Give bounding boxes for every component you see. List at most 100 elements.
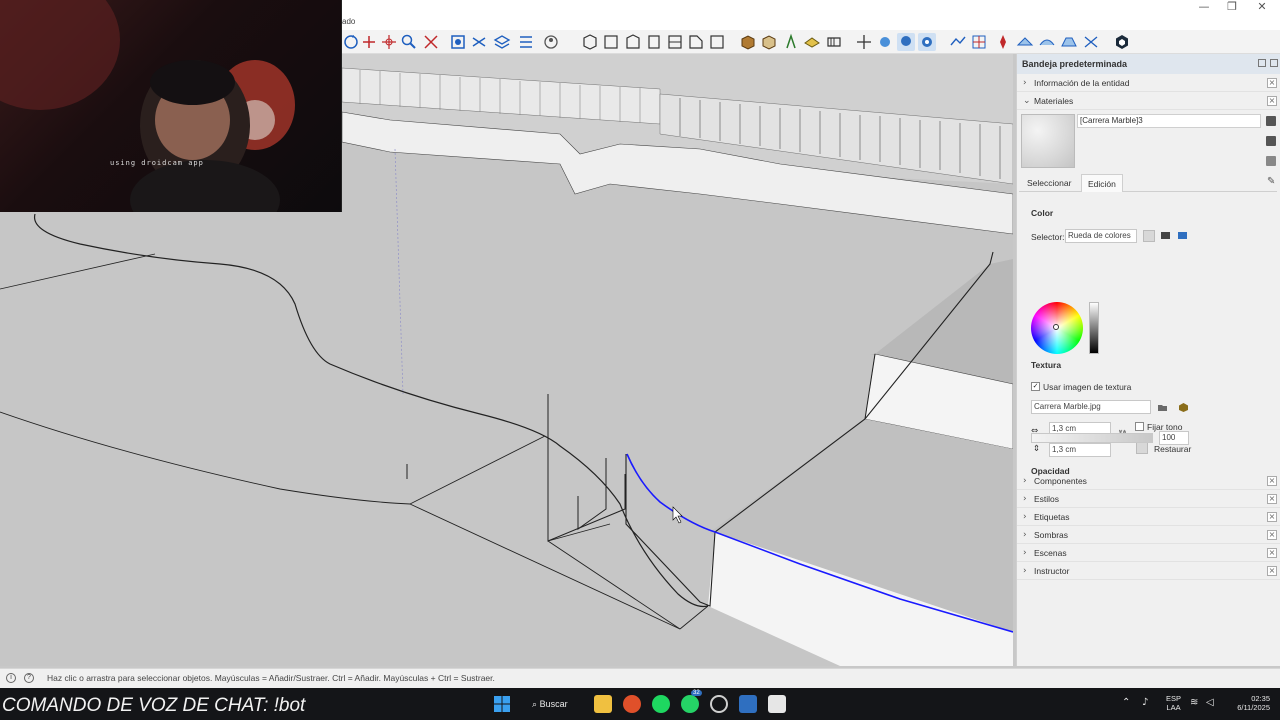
layers-icon[interactable] — [493, 33, 511, 51]
panel-styles[interactable]: › Estilos × — [1017, 490, 1280, 508]
spotify-icon[interactable] — [652, 695, 670, 713]
opacity-field[interactable]: 100 — [1159, 431, 1189, 445]
panel-tags[interactable]: › Etiquetas × — [1017, 508, 1280, 526]
back-view-icon[interactable] — [666, 33, 684, 51]
match-model-color-icon[interactable] — [1160, 230, 1171, 241]
stamp-icon[interactable] — [1016, 33, 1034, 51]
restore-label[interactable]: Restaurar — [1154, 444, 1191, 454]
top-view-icon[interactable] — [602, 33, 620, 51]
pencil-icon[interactable]: ✎ — [1267, 176, 1275, 187]
wifi-icon[interactable]: ≋ — [1190, 697, 1198, 708]
color-wheel[interactable] — [1031, 302, 1083, 354]
browse-folder-icon[interactable] — [1157, 402, 1168, 413]
section-plane-icon[interactable] — [449, 33, 467, 51]
iso-view-icon[interactable] — [581, 33, 599, 51]
rotate-tool-icon[interactable] — [342, 33, 360, 51]
add-detail-icon[interactable] — [1060, 33, 1078, 51]
orbit-icon[interactable] — [855, 33, 873, 51]
brave-browser-icon[interactable] — [623, 695, 641, 713]
microphone-icon[interactable]: ♪ — [1142, 697, 1148, 708]
selector-dropdown[interactable]: Rueda de colores — [1065, 229, 1137, 243]
sample-paint-icon[interactable] — [1266, 156, 1276, 166]
shaded-icon[interactable] — [803, 33, 821, 51]
texture-file-field[interactable]: Carrera Marble.jpg — [1031, 400, 1151, 414]
front-view-icon[interactable] — [624, 33, 642, 51]
obs-icon[interactable] — [710, 695, 728, 713]
outliner-icon[interactable] — [517, 33, 535, 51]
panel-instructor[interactable]: › Instructor × — [1017, 562, 1280, 580]
flip-tool-icon[interactable] — [360, 33, 378, 51]
pan-icon[interactable] — [876, 33, 894, 51]
color-swatch[interactable] — [1143, 230, 1155, 242]
walk-icon[interactable] — [897, 33, 915, 51]
close-icon[interactable]: × — [1267, 78, 1277, 88]
pin-icon[interactable] — [1258, 59, 1266, 67]
layout-taskbar-icon[interactable] — [768, 695, 786, 713]
look-around-icon[interactable] — [918, 33, 936, 51]
use-texture-checkbox[interactable]: ✓ — [1031, 382, 1040, 391]
restore-swatch[interactable] — [1136, 442, 1148, 454]
smoove-icon[interactable] — [994, 33, 1012, 51]
file-explorer-icon[interactable] — [594, 695, 612, 713]
panel-shadows[interactable]: › Sombras × — [1017, 526, 1280, 544]
sandbox-contours-icon[interactable] — [949, 33, 967, 51]
material-name-field[interactable]: [Carrera Marble]3 — [1077, 114, 1261, 128]
chevron-up-icon[interactable]: ⌃ — [1122, 697, 1130, 708]
panel-entity-info[interactable]: › Información de la entidad × — [1017, 74, 1280, 92]
close-icon[interactable]: × — [1267, 512, 1277, 522]
flip-edge-icon[interactable] — [1082, 33, 1100, 51]
tab-select[interactable]: Seleccionar — [1021, 174, 1077, 192]
close-icon[interactable]: × — [1267, 96, 1277, 106]
restore-button[interactable]: ❐ — [1220, 0, 1244, 14]
close-icon[interactable]: × — [1267, 494, 1277, 504]
create-material-icon[interactable] — [1266, 136, 1276, 146]
display-secondary-icon[interactable] — [1266, 116, 1276, 126]
hidden-line-icon[interactable] — [782, 33, 800, 51]
match-screen-color-icon[interactable] — [1177, 230, 1188, 241]
panel-entity-info-label: Información de la entidad — [1034, 78, 1130, 88]
close-icon[interactable]: × — [1267, 476, 1277, 486]
panel-components[interactable]: › Componentes × — [1017, 472, 1280, 490]
volume-icon[interactable]: ◁ — [1206, 697, 1214, 708]
edit-texture-icon[interactable] — [1178, 402, 1189, 413]
sandbox-scratch-icon[interactable] — [970, 33, 988, 51]
panel-scenes[interactable]: › Escenas × — [1017, 544, 1280, 562]
panel-materials[interactable]: ⌄ Materiales × — [1017, 92, 1280, 110]
sketchup-taskbar-icon[interactable] — [739, 695, 757, 713]
clock[interactable]: 02:35 6/11/2025 — [1237, 694, 1270, 712]
tray-close-icon[interactable] — [1270, 59, 1278, 67]
close-icon[interactable]: × — [1267, 566, 1277, 576]
profile-icon[interactable] — [542, 33, 560, 51]
taskbar-search[interactable]: ⌕ Buscar — [528, 695, 580, 713]
color-picker-handle[interactable] — [1053, 324, 1059, 330]
close-icon[interactable]: × — [1267, 548, 1277, 558]
drape-icon[interactable] — [1038, 33, 1056, 51]
material-thumbnail[interactable] — [1021, 114, 1075, 168]
right-view-icon[interactable] — [645, 33, 663, 51]
minimize-button[interactable]: — — [1192, 0, 1216, 14]
language-indicator[interactable]: ESP LAA — [1166, 694, 1181, 712]
fix-tone-checkbox[interactable] — [1135, 422, 1144, 431]
extension-warehouse-icon[interactable] — [1113, 33, 1131, 51]
left-view-icon[interactable] — [687, 33, 705, 51]
geo-location-icon[interactable]: i — [6, 673, 16, 683]
webcam-overlay-text: using droidcam app — [110, 159, 204, 167]
close-button[interactable]: ✕ — [1250, 0, 1274, 14]
whatsapp-icon[interactable]: 32 — [681, 690, 702, 713]
credits-icon[interactable]: ? — [24, 673, 34, 683]
xray-icon[interactable] — [739, 33, 757, 51]
move-tool-icon[interactable] — [380, 33, 398, 51]
brightness-slider[interactable] — [1089, 302, 1099, 354]
windows-start-icon[interactable] — [493, 695, 511, 713]
opacity-slider[interactable] — [1031, 433, 1153, 443]
zoom-tool-icon[interactable] — [400, 33, 418, 51]
tab-edit[interactable]: Edición — [1081, 174, 1123, 192]
menu-fragment[interactable]: ado — [342, 17, 355, 26]
texture-height-field[interactable]: 1,3 cm — [1049, 443, 1111, 457]
bottom-view-icon[interactable] — [708, 33, 726, 51]
close-icon[interactable]: × — [1267, 530, 1277, 540]
wireframe-icon[interactable] — [760, 33, 778, 51]
zoom-extents-icon[interactable] — [422, 33, 440, 51]
intersect-icon[interactable] — [470, 33, 488, 51]
shaded-textures-icon[interactable] — [825, 33, 843, 51]
